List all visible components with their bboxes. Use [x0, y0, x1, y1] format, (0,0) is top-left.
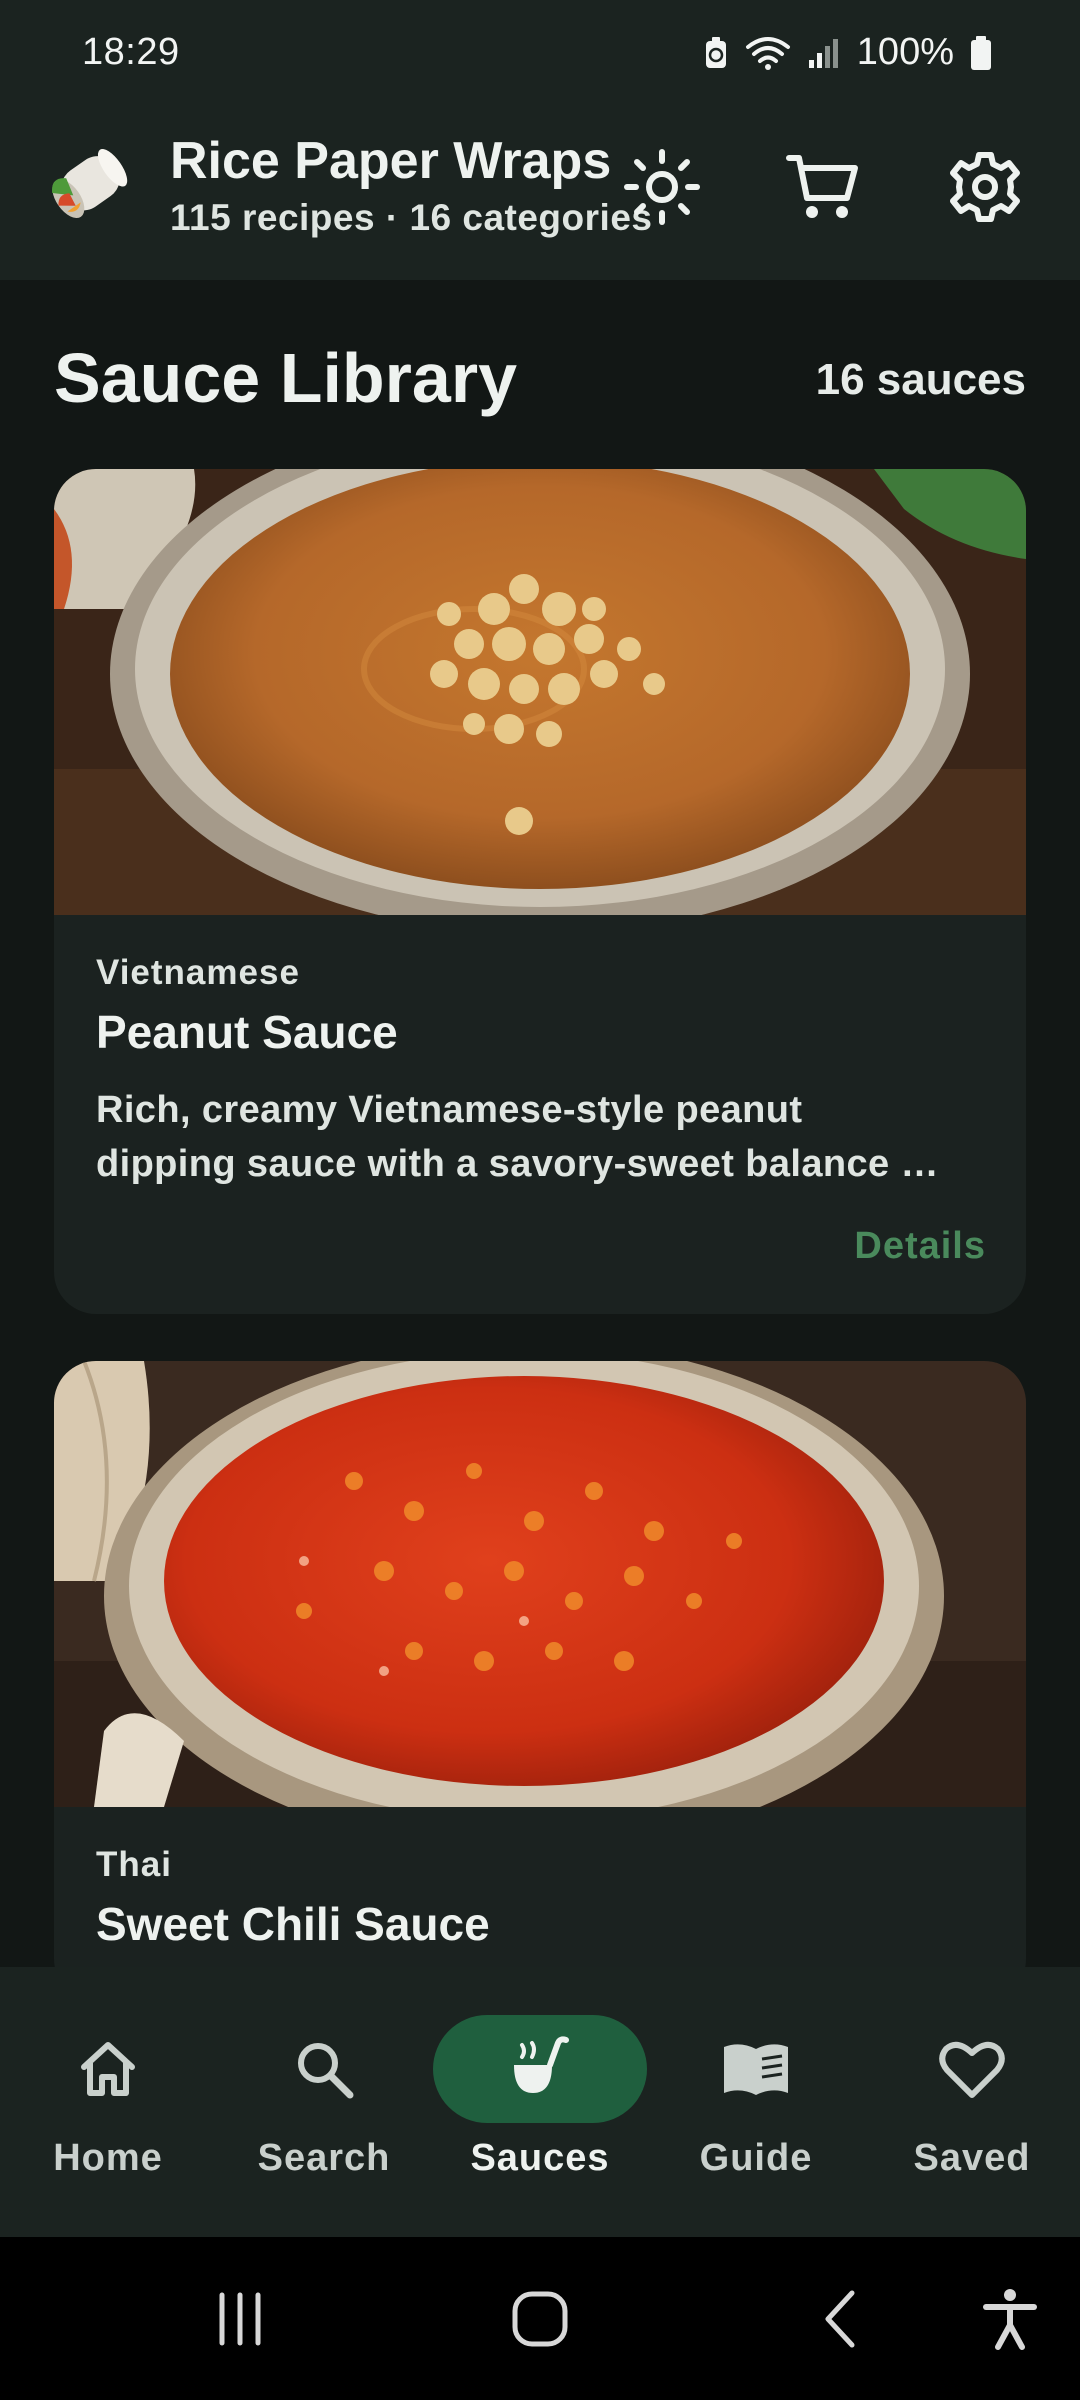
- sauce-card[interactable]: Vietnamese Peanut Sauce Rich, creamy Vie…: [54, 469, 1026, 1314]
- bottom-navigation: Home Search Sauces Guide Saved: [0, 1967, 1080, 2237]
- app-subtitle: 115 recipes · 16 categories: [170, 197, 653, 238]
- status-bar: 18:29 100%: [0, 0, 1080, 105]
- accessibility-icon: [983, 2288, 1037, 2350]
- wifi-icon: [745, 36, 790, 70]
- back-button[interactable]: [790, 2237, 890, 2400]
- app-screen: 18:29 100% Rice Paper Wraps 115 recipes …: [0, 0, 1080, 2400]
- home-system-button[interactable]: [490, 2237, 590, 2400]
- recents-icon: [219, 2292, 261, 2345]
- nav-guide[interactable]: Guide: [648, 1967, 864, 2237]
- nav-icon-container: [649, 2015, 863, 2123]
- cart-icon: [786, 155, 858, 218]
- signal-icon: [808, 38, 838, 68]
- nav-icon-container: [865, 2015, 1079, 2123]
- nav-label: Home: [53, 2137, 163, 2179]
- app-title: Rice Paper Wraps: [170, 132, 612, 190]
- nav-icon-container: [1, 2015, 215, 2123]
- battery-icon: [971, 35, 991, 70]
- back-icon: [825, 2290, 855, 2347]
- card-description-line: Rich, creamy Vietnamese-style peanut: [96, 1089, 803, 1131]
- nav-label: Sauces: [470, 2137, 610, 2179]
- system-navigation-bar: [0, 2237, 1080, 2400]
- nav-icon-container: [217, 2015, 431, 2123]
- card-body: Thai Sweet Chili Sauce: [54, 1807, 1026, 1951]
- details-button[interactable]: Details: [854, 1225, 986, 1268]
- nav-saved[interactable]: Saved: [864, 1967, 1080, 2237]
- nav-search[interactable]: Search: [216, 1967, 432, 2237]
- nav-label: Saved: [913, 2137, 1031, 2179]
- heart-icon: [939, 2041, 1005, 2098]
- settings-button[interactable]: [940, 142, 1030, 232]
- status-time: 18:29: [82, 31, 180, 73]
- ladle-icon: [514, 2036, 569, 2093]
- home-circle-icon: [512, 2291, 568, 2346]
- nav-label: Search: [257, 2137, 391, 2179]
- card-category: Thai: [96, 1845, 172, 1884]
- recents-button[interactable]: [190, 2237, 290, 2400]
- nav-label: Guide: [699, 2137, 813, 2179]
- search-icon: [298, 2043, 354, 2099]
- page-title: Sauce Library: [54, 339, 517, 417]
- battery-saver-icon: [705, 36, 726, 68]
- nav-home[interactable]: Home: [0, 1967, 216, 2237]
- card-title: Peanut Sauce: [96, 1006, 398, 1058]
- gear-icon: [950, 152, 1020, 222]
- battery-percent: 100%: [856, 31, 954, 73]
- cart-button[interactable]: [777, 142, 867, 232]
- card-category: Vietnamese: [96, 953, 300, 992]
- sauce-card[interactable]: Thai Sweet Chili Sauce: [54, 1361, 1026, 2001]
- status-icons: 100%: [703, 31, 992, 74]
- sweet-chili-sauce-image: [54, 1361, 1026, 1807]
- sun-icon: [624, 149, 700, 225]
- theme-toggle-button[interactable]: [617, 142, 707, 232]
- peanut-sauce-image: [54, 469, 1026, 915]
- spring-roll-logo-icon: [52, 149, 128, 219]
- book-icon: [724, 2044, 788, 2095]
- nav-icon-container-active: [433, 2015, 647, 2123]
- home-icon: [81, 2042, 135, 2096]
- card-description-line: dipping sauce with a savory-sweet balanc…: [96, 1143, 939, 1185]
- sauce-count: 16 sauces: [815, 355, 1026, 404]
- card-body: Vietnamese Peanut Sauce Rich, creamy Vie…: [54, 915, 1026, 1191]
- nav-sauces[interactable]: Sauces: [432, 1967, 648, 2237]
- card-title: Sweet Chili Sauce: [96, 1898, 490, 1950]
- accessibility-button[interactable]: [960, 2237, 1060, 2400]
- card-description: Rich, creamy Vietnamese-style peanut dip…: [96, 1083, 984, 1191]
- app-bar: Rice Paper Wraps 115 recipes · 16 catego…: [0, 105, 1080, 280]
